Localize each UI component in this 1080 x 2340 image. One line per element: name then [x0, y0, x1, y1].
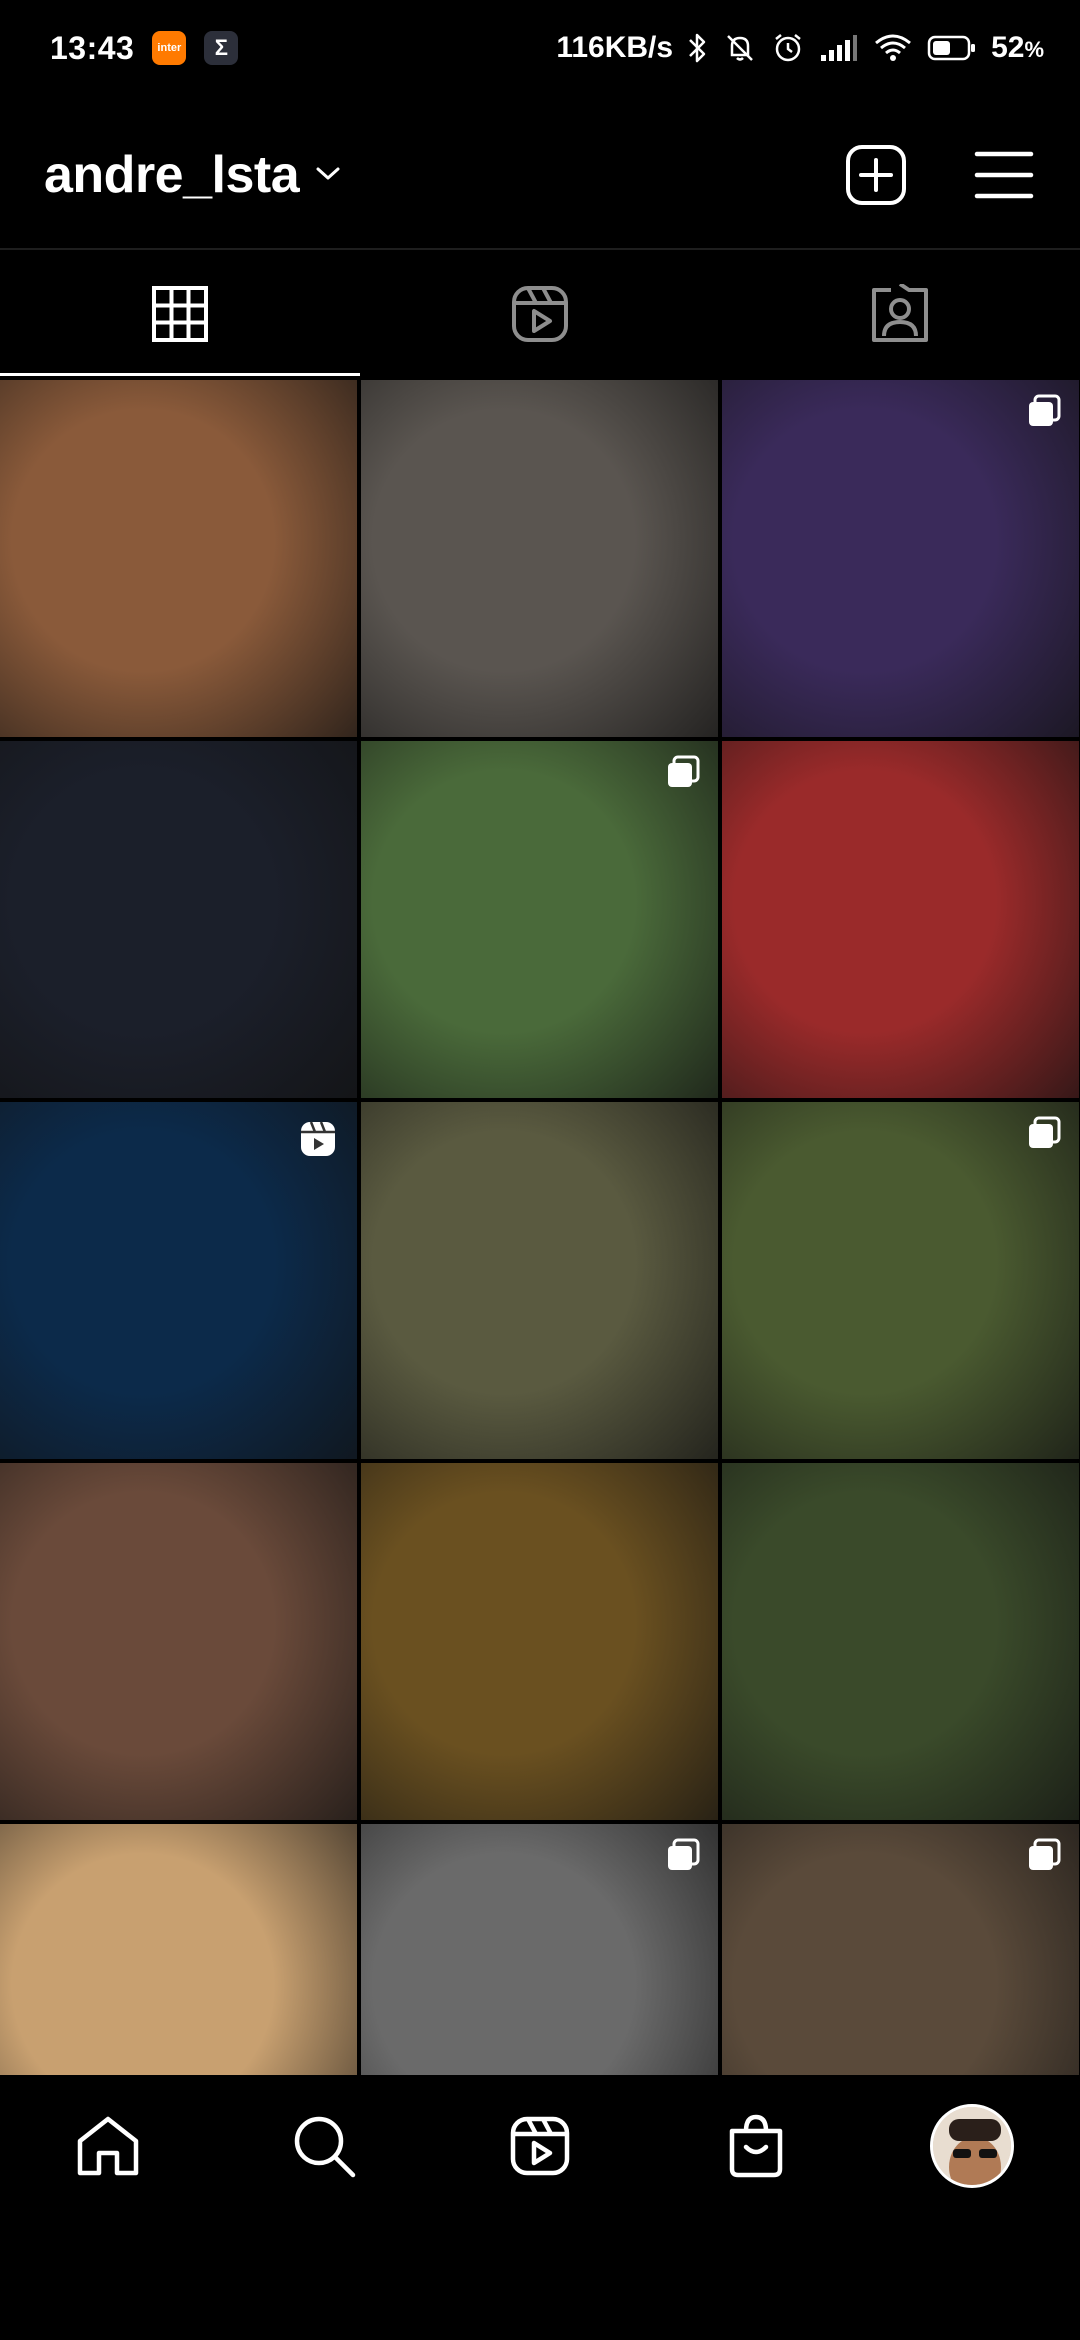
tagged-person-icon — [872, 284, 928, 342]
carousel-icon — [666, 1838, 700, 1877]
post-image — [722, 380, 1079, 737]
reels-icon — [510, 2116, 570, 2176]
post-image — [722, 1463, 1079, 1820]
new-post-button[interactable] — [844, 143, 908, 207]
reel-icon — [299, 1120, 337, 1163]
status-time: 13:43 — [50, 29, 135, 66]
status-bar: 13:43 inter Σ 116KB/s 52% — [0, 0, 1080, 96]
bluetooth-icon — [687, 31, 709, 65]
post-thumbnail[interactable] — [0, 741, 357, 1098]
post-thumbnail[interactable] — [361, 1463, 718, 1820]
home-icon — [77, 2116, 139, 2176]
post-thumbnail[interactable] — [361, 1824, 718, 2075]
nav-profile[interactable] — [864, 2078, 1080, 2214]
post-image — [0, 1463, 357, 1820]
hamburger-menu-icon — [974, 151, 1034, 199]
avatar — [930, 2104, 1014, 2188]
plus-square-icon — [846, 145, 906, 205]
battery-percent: 52% — [991, 31, 1044, 64]
post-grid — [0, 380, 1080, 2075]
post-image — [361, 1463, 718, 1820]
nav-search[interactable] — [216, 2078, 432, 2214]
shopping-bag-icon — [729, 2114, 783, 2178]
alarm-icon — [771, 31, 805, 65]
status-right: 116KB/s 52% — [556, 31, 1044, 65]
bottom-nav — [0, 2078, 1080, 2214]
post-image — [361, 380, 718, 737]
status-left: 13:43 inter Σ — [50, 29, 239, 67]
post-thumbnail[interactable] — [0, 1824, 357, 2075]
post-thumbnail[interactable] — [0, 1102, 357, 1459]
tab-reels[interactable] — [360, 252, 720, 376]
signal-icon — [819, 33, 859, 63]
active-tab-indicator — [0, 373, 360, 376]
post-image — [0, 380, 357, 737]
post-image — [722, 1824, 1079, 2075]
username: andre_lsta — [44, 146, 300, 204]
battery-icon — [927, 34, 977, 62]
post-thumbnail[interactable] — [722, 1824, 1079, 2075]
chevron-down-icon — [313, 163, 343, 188]
post-thumbnail[interactable] — [361, 380, 718, 737]
carousel-icon — [1027, 394, 1061, 433]
nav-shop[interactable] — [648, 2078, 864, 2214]
carousel-icon — [666, 755, 700, 794]
network-speed: 116KB/s — [556, 31, 674, 64]
profile-tabs — [0, 252, 1080, 376]
post-thumbnail[interactable] — [722, 380, 1079, 737]
carousel-icon — [1027, 1838, 1061, 1877]
post-image — [0, 741, 357, 1098]
wifi-icon — [873, 32, 913, 64]
post-thumbnail[interactable] — [0, 1463, 357, 1820]
sigma-app-icon: Σ — [204, 31, 239, 65]
post-image — [361, 1102, 718, 1459]
header-divider — [0, 248, 1080, 250]
post-image — [361, 741, 718, 1098]
menu-button[interactable] — [972, 143, 1036, 207]
post-image — [722, 1102, 1079, 1459]
post-thumbnail[interactable] — [361, 1102, 718, 1459]
post-thumbnail[interactable] — [722, 1463, 1079, 1820]
mute-bell-icon — [723, 31, 757, 65]
post-thumbnail[interactable] — [722, 1102, 1079, 1459]
carousel-icon — [1027, 1116, 1061, 1155]
grid-icon — [152, 286, 208, 342]
post-thumbnail[interactable] — [722, 741, 1079, 1098]
reels-icon — [512, 286, 568, 342]
post-thumbnail[interactable] — [361, 741, 718, 1098]
inter-app-icon: inter — [152, 31, 187, 65]
account-switcher[interactable]: andre_lsta — [44, 145, 343, 205]
profile-header: andre_lsta — [0, 110, 1080, 240]
search-icon — [294, 2116, 356, 2178]
post-image — [722, 741, 1079, 1098]
post-image — [361, 1824, 718, 2075]
post-thumbnail[interactable] — [0, 380, 357, 737]
nav-home[interactable] — [0, 2078, 216, 2214]
post-image — [0, 1824, 357, 2075]
header-actions — [844, 143, 1036, 207]
tab-tagged[interactable] — [720, 252, 1080, 376]
tab-grid[interactable] — [0, 252, 360, 376]
nav-reels[interactable] — [432, 2078, 648, 2214]
